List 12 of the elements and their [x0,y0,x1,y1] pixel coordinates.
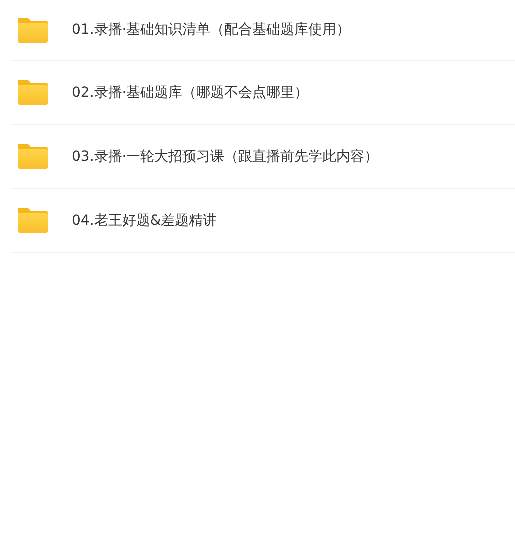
folder-name: 04.老王好题&差题精讲 [72,212,218,230]
folder-icon [17,207,49,234]
folder-row[interactable]: 03.录播·一轮大招预习课（跟直播前先学此内容） [12,125,515,189]
folder-icon [17,143,49,170]
folder-name: 03.录播·一轮大招预习课（跟直播前先学此内容） [72,148,379,166]
folder-row[interactable]: 02.录播·基础题库（哪题不会点哪里） [12,61,515,125]
folder-icon [17,16,49,44]
folder-icon [17,79,49,106]
folder-row[interactable]: 04.老王好题&差题精讲 [12,189,515,253]
folder-name: 02.录播·基础题库（哪题不会点哪里） [72,84,309,102]
folder-row[interactable]: 01.录播·基础知识清单（配合基础题库使用） [12,0,515,61]
folder-name: 01.录播·基础知识清单（配合基础题库使用） [72,21,351,39]
